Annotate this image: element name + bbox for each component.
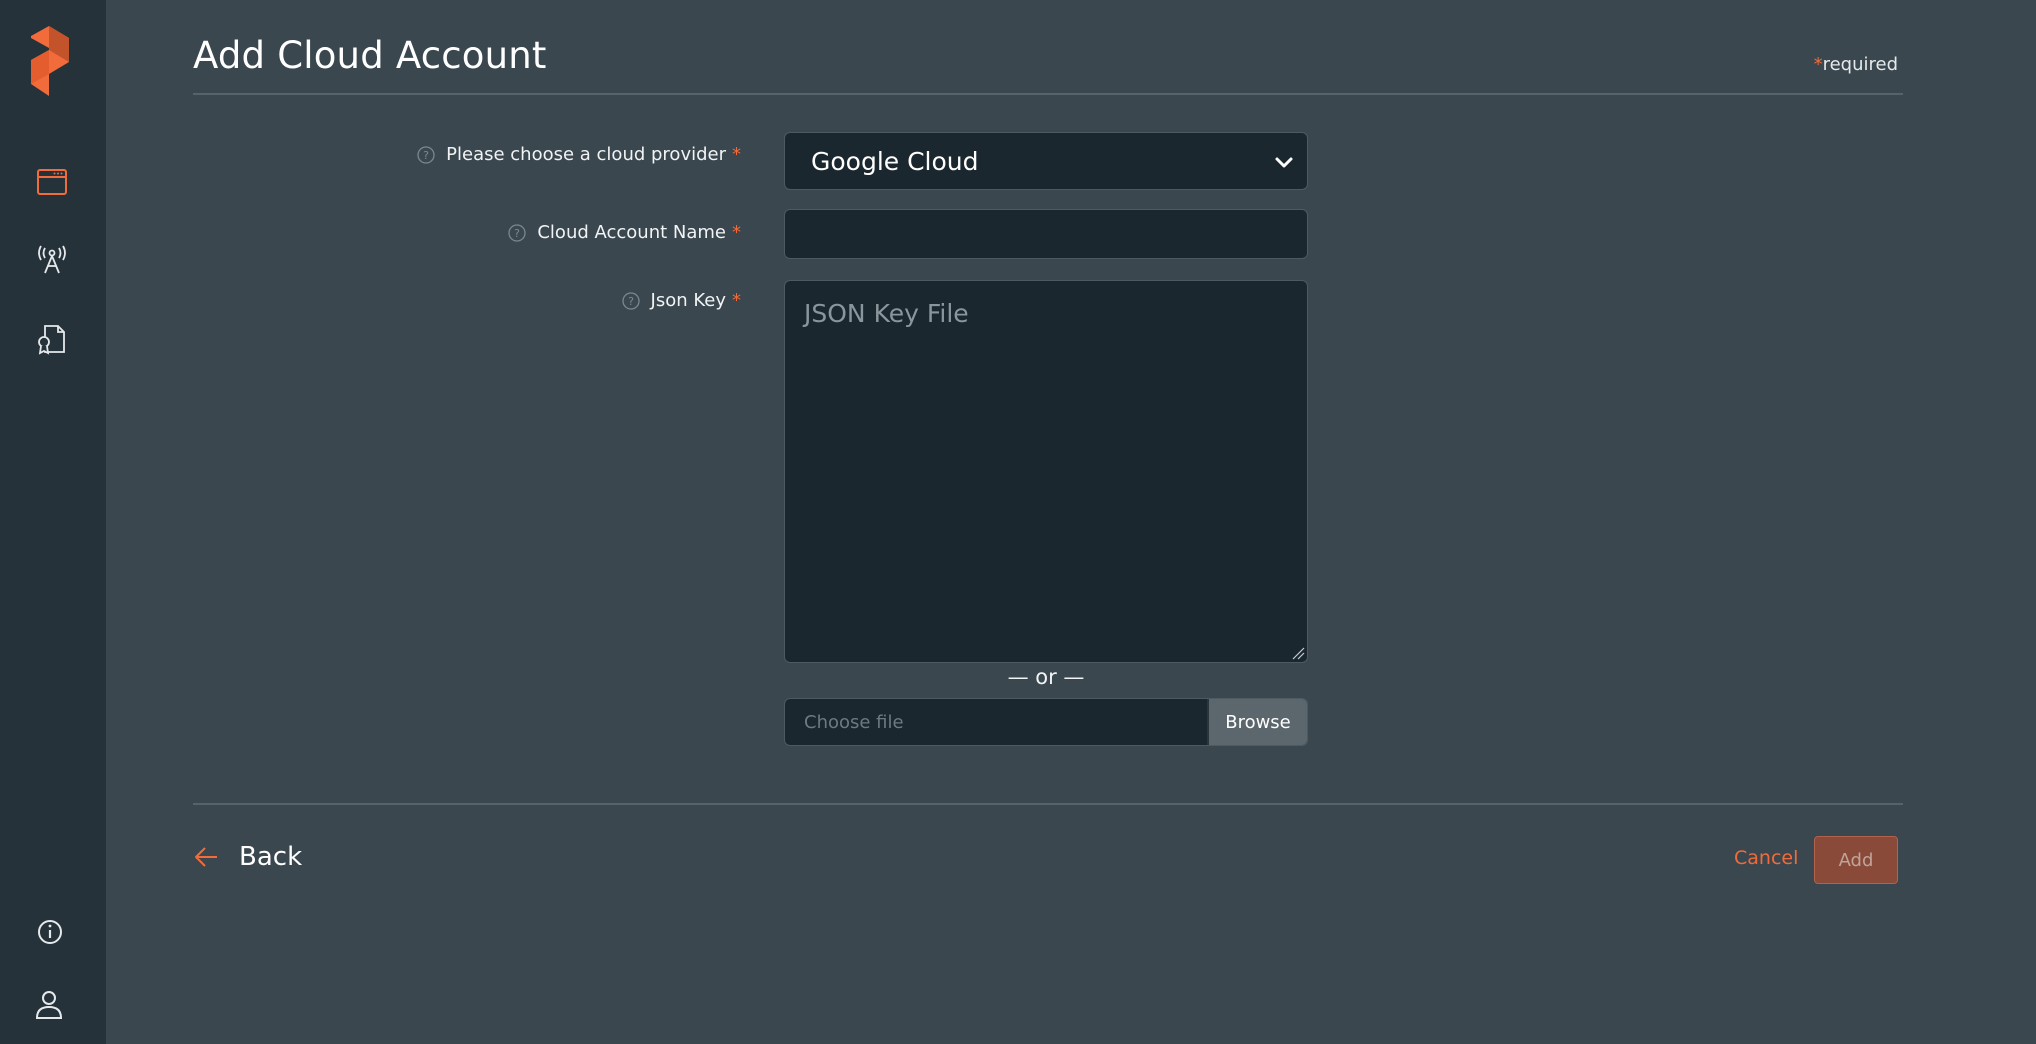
cancel-button[interactable]: Cancel <box>1734 847 1798 869</box>
required-star: * <box>1813 54 1823 75</box>
provider-label-text: Please choose a cloud provider * <box>446 144 741 165</box>
help-icon[interactable]: ? <box>416 145 436 165</box>
back-label: Back <box>239 842 303 872</box>
svg-text:?: ? <box>628 295 634 308</box>
account-name-label: ? Cloud Account Name * <box>507 222 741 243</box>
file-picker[interactable]: Choose file Browse <box>784 698 1308 746</box>
help-icon[interactable]: ? <box>507 223 527 243</box>
window-icon[interactable] <box>33 163 71 201</box>
or-divider: — or — <box>1007 665 1085 689</box>
main-content: Add Cloud Account *required ? Please cho… <box>106 0 2036 1044</box>
page-title: Add Cloud Account <box>193 34 547 77</box>
browse-button[interactable]: Browse <box>1207 699 1307 745</box>
resize-handle-icon[interactable] <box>1291 646 1305 660</box>
platform-logo[interactable] <box>31 26 73 96</box>
header-divider <box>193 93 1903 95</box>
add-button[interactable]: Add <box>1814 836 1898 884</box>
account-name-label-text: Cloud Account Name * <box>537 222 741 243</box>
svg-text:?: ? <box>423 149 429 162</box>
svg-text:?: ? <box>514 227 520 240</box>
antenna-icon[interactable] <box>33 241 71 279</box>
cloud-provider-value: Google Cloud <box>811 146 979 176</box>
json-key-label-text: Json Key * <box>650 290 741 311</box>
required-note: *required <box>1814 54 1898 75</box>
file-name-field[interactable]: Choose file <box>785 699 1207 745</box>
footer-divider <box>193 803 1903 805</box>
sidebar <box>0 0 106 1044</box>
help-icon[interactable]: ? <box>621 291 641 311</box>
required-text: required <box>1822 54 1898 75</box>
json-key-placeholder: JSON Key File <box>804 299 969 328</box>
certificate-icon[interactable] <box>33 320 71 358</box>
json-key-textarea[interactable]: JSON Key File <box>784 280 1308 663</box>
chevron-down-icon <box>1275 157 1293 168</box>
info-icon[interactable] <box>33 913 71 951</box>
cloud-account-name-input[interactable] <box>784 209 1308 259</box>
provider-label: ? Please choose a cloud provider * <box>416 144 741 165</box>
user-icon[interactable] <box>33 986 71 1024</box>
arrow-left-icon <box>195 847 217 867</box>
cloud-provider-select[interactable]: Google Cloud <box>784 132 1308 190</box>
json-key-label: ? Json Key * <box>621 290 741 311</box>
back-button[interactable]: Back <box>193 842 302 872</box>
